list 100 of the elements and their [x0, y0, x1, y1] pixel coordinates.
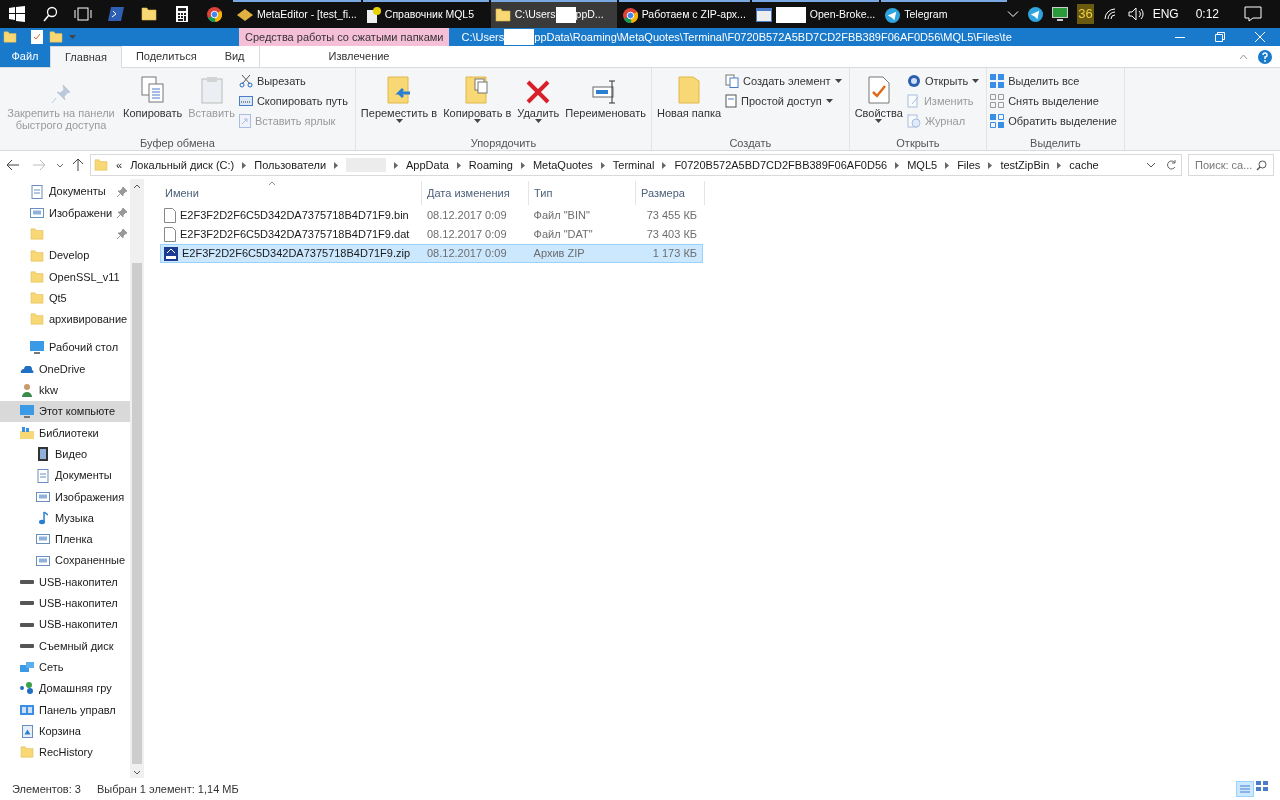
ribbon-tab[interactable]: Извлечение — [258, 46, 459, 67]
properties-icon[interactable] — [31, 30, 43, 44]
column-header[interactable]: Имени — [160, 181, 422, 205]
ribbon-button[interactable]: Выделить все — [990, 73, 1117, 89]
ribbon-button[interactable]: Простой доступ — [725, 93, 842, 109]
browser-icon[interactable] — [622, 7, 638, 23]
sidebar-item[interactable]: Видео — [0, 443, 130, 465]
sidebar-item[interactable]: Develop — [0, 244, 130, 267]
scrollbar[interactable] — [130, 179, 144, 778]
browser-icon[interactable] — [207, 6, 222, 22]
new-folder-icon[interactable] — [49, 31, 63, 43]
search-field[interactable]: Поиск: ca... — [1188, 154, 1274, 176]
sidebar-item[interactable]: Сохраненные — [0, 550, 130, 572]
taskbar-window-button[interactable]: C:\Users ppD... — [490, 0, 617, 28]
address-bar[interactable]: « Локальный диск (C:) Пользователи AppData Roaming MetaQuotes Terminal F0720B572A5BD7CD2FBB389F06AF0D56 MQL5 Files testZipBin cache — [90, 154, 1182, 176]
sidebar-label: Рабочий стол — [49, 340, 119, 356]
ribbon-button[interactable]: Новая папка — [654, 72, 724, 135]
sidebar-item[interactable]: Библиотеки — [0, 422, 130, 444]
sidebar-item[interactable]: Этот компьюте — [0, 400, 130, 423]
ribbon-button[interactable]: Переименовать — [563, 72, 648, 135]
column-header[interactable]: Размера — [636, 181, 705, 205]
breadcrumb-item[interactable]: Terminal — [612, 156, 655, 174]
volume-icon[interactable] — [1127, 7, 1144, 21]
folder-icon[interactable] — [140, 7, 157, 21]
sidebar-item[interactable]: Qt5 — [0, 287, 130, 309]
sidebar-item[interactable]: OpenSSL_v11 — [0, 266, 130, 288]
chevron-down-icon[interactable] — [56, 162, 64, 168]
sidebar-item[interactable]: Домашняя гру — [0, 677, 130, 700]
windows-logo-icon[interactable] — [8, 6, 25, 22]
ribbon-tab[interactable]: Файл — [0, 46, 50, 67]
sidebar-item[interactable]: RecHistory — [0, 741, 130, 763]
ribbon-button[interactable]: Свойства — [852, 72, 905, 135]
sidebar-item[interactable]: USB-накопител — [0, 613, 130, 636]
help-icon[interactable] — [1258, 49, 1272, 64]
ribbon-button[interactable]: Копировать в — [441, 72, 514, 135]
ribbon-button[interactable]: Создать элемент — [725, 73, 842, 89]
sidebar-item[interactable]: Документы — [0, 181, 130, 203]
breadcrumb-item[interactable]: F0720B572A5BD7CD2FBB389F06AF0D56 — [674, 156, 888, 174]
sidebar-item[interactable]: Изображения — [0, 486, 130, 508]
refresh-icon[interactable] — [1166, 159, 1177, 171]
column-header[interactable]: Тип — [529, 181, 636, 205]
notification-icon[interactable] — [1244, 6, 1262, 22]
sidebar-item[interactable]: архивирование — [0, 308, 130, 331]
overflow-chevron[interactable]: « — [116, 156, 123, 174]
tray-badge[interactable]: 36 — [1077, 4, 1094, 24]
collapse-ribbon-icon[interactable] — [1239, 53, 1248, 60]
sidebar-item[interactable]: USB-накопител — [0, 592, 130, 614]
ribbon-button[interactable]: Копировать — [121, 72, 185, 135]
sidebar-item[interactable]: Корзина — [0, 720, 130, 742]
chevron-down-icon[interactable] — [1146, 162, 1156, 168]
sidebar-item[interactable]: Панель управл — [0, 699, 130, 721]
terminal-icon[interactable] — [107, 7, 124, 21]
ribbon-button[interactable]: Открыть — [906, 73, 980, 89]
file-row[interactable]: E2F3F2D2F6C5D342DA7375718B4D71F9.dat 08.12.2017 0:09 Файл "DAT" 73 403 КБ — [160, 225, 703, 244]
monitor-icon[interactable] — [1052, 7, 1069, 21]
up-icon[interactable] — [72, 158, 84, 172]
sidebar-item[interactable]: Съемный диск — [0, 635, 130, 657]
sidebar-item[interactable]: Рабочий стол — [0, 337, 130, 359]
file-row[interactable]: E2F3F2D2F6C5D342DA7375718B4D71F9.zip 08.12.2017 0:09 Архив ZIP 1 173 КБ — [160, 244, 703, 263]
breadcrumb-item[interactable]: cache — [1069, 156, 1099, 174]
scroll-down-icon[interactable] — [133, 770, 141, 775]
breadcrumb-item[interactable]: MQL5 — [907, 156, 938, 174]
search-icon[interactable] — [41, 6, 58, 22]
breadcrumb-item[interactable]: Roaming — [468, 156, 513, 174]
clock[interactable]: 0:12 — [1195, 5, 1219, 23]
breadcrumb-item[interactable]: testZipBin — [1000, 156, 1050, 174]
chevron-up-icon[interactable] — [1007, 10, 1020, 18]
context-tab-header: Средства работы со сжатыми папками — [239, 28, 450, 46]
ribbon-tab[interactable]: Главная — [50, 46, 122, 68]
file-row[interactable]: E2F3F2D2F6C5D342DA7375718B4D71F9.bin 08.12.2017 0:09 Файл "BIN" 73 455 КБ — [160, 206, 703, 225]
folder-icon[interactable] — [494, 8, 511, 22]
sidebar-item[interactable]: Пленка — [0, 528, 130, 551]
tiles-view-icon[interactable] — [1256, 781, 1268, 791]
ribbon-button[interactable]: Удалить — [515, 72, 562, 135]
breadcrumb-item[interactable]: MetaQuotes — [532, 156, 593, 174]
breadcrumb-item[interactable]: Files — [957, 156, 981, 174]
ribbon-tab[interactable]: Поделиться — [121, 46, 211, 67]
language-indicator[interactable]: ENG — [1152, 5, 1179, 23]
sidebar-item[interactable]: kkw — [0, 379, 130, 401]
breadcrumb-item[interactable]: Пользователи — [254, 156, 327, 174]
calculator-icon[interactable] — [175, 6, 188, 22]
scroll-up-icon[interactable] — [133, 184, 141, 189]
ribbon-button[interactable]: Вырезать — [238, 73, 348, 89]
breadcrumb-item[interactable]: AppData — [406, 156, 449, 174]
ribbon-button[interactable]: Переместить в — [358, 72, 440, 135]
sidebar-item[interactable]: OneDrive — [0, 358, 130, 380]
sidebar-item[interactable]: Сеть — [0, 656, 130, 678]
sidebar-item[interactable]: Музыка — [0, 507, 130, 529]
scrollbar-thumb[interactable] — [132, 263, 142, 764]
sidebar-item[interactable]: USB-накопител — [0, 571, 130, 593]
back-icon[interactable] — [6, 159, 20, 171]
ribbon-button[interactable]: Снять выделение — [990, 93, 1117, 109]
task-view-icon[interactable] — [73, 7, 92, 21]
sidebar-item[interactable]: Документы — [0, 464, 130, 487]
breadcrumb-item[interactable]: Локальный диск (C:) — [130, 156, 235, 174]
ribbon-tab[interactable]: Вид — [210, 46, 259, 67]
column-header[interactable]: Дата изменения — [422, 181, 529, 205]
sidebar-item[interactable]: Изображени — [0, 202, 130, 224]
ribbon-button[interactable]: Обратить выделение — [990, 113, 1117, 129]
ribbon-button[interactable]: Скопировать путь — [238, 93, 348, 109]
